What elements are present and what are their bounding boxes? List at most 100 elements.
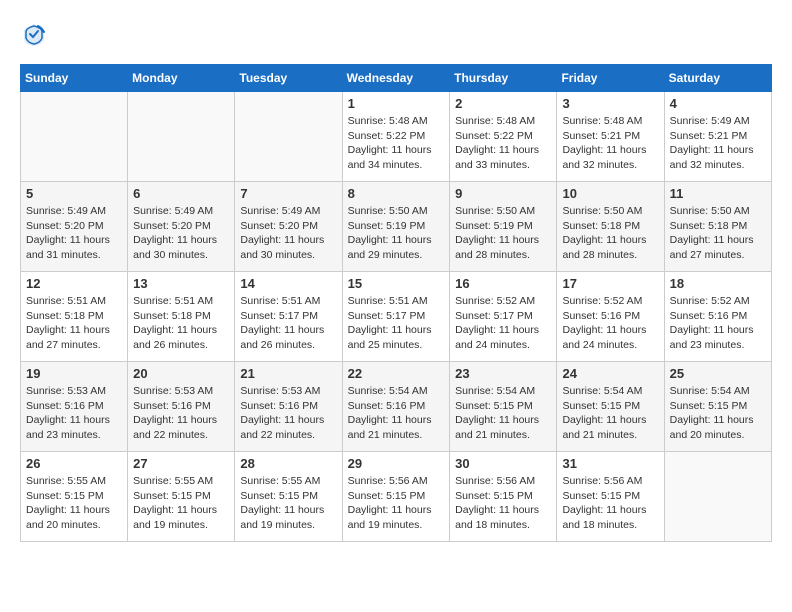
day-info: Sunrise: 5:49 AM Sunset: 5:20 PM Dayligh… [26,204,122,263]
day-number: 26 [26,456,122,471]
calendar-cell: 23 Sunrise: 5:54 AM Sunset: 5:15 PM Dayli… [450,362,557,452]
calendar-table: SundayMondayTuesdayWednesdayThursdayFrid… [20,64,772,542]
day-info: Sunrise: 5:51 AM Sunset: 5:17 PM Dayligh… [348,294,445,353]
calendar-cell: 18 Sunrise: 5:52 AM Sunset: 5:16 PM Dayli… [664,272,771,362]
calendar-cell [235,92,342,182]
calendar-week-1: 1 Sunrise: 5:48 AM Sunset: 5:22 PM Daylig… [21,92,772,182]
day-number: 15 [348,276,445,291]
day-info: Sunrise: 5:54 AM Sunset: 5:15 PM Dayligh… [455,384,551,443]
calendar-cell: 9Sunrise: 5:50 AM Sunset: 5:19 PM Daylig… [450,182,557,272]
calendar-cell: 22 Sunrise: 5:54 AM Sunset: 5:16 PM Dayli… [342,362,450,452]
day-info: Sunrise: 5:48 AM Sunset: 5:22 PM Dayligh… [455,114,551,173]
day-info: Sunrise: 5:50 AM Sunset: 5:18 PM Dayligh… [670,204,766,263]
weekday-header-row: SundayMondayTuesdayWednesdayThursdayFrid… [21,65,772,92]
calendar-cell: 26 Sunrise: 5:55 AM Sunset: 5:15 PM Dayli… [21,452,128,542]
calendar-cell: 21Sunrise: 5:53 AM Sunset: 5:16 PM Dayli… [235,362,342,452]
day-info: Sunrise: 5:50 AM Sunset: 5:19 PM Dayligh… [455,204,551,263]
day-number: 23 [455,366,551,381]
calendar-cell: 19 Sunrise: 5:53 AM Sunset: 5:16 PM Dayli… [21,362,128,452]
calendar-cell: 30 Sunrise: 5:56 AM Sunset: 5:15 PM Dayli… [450,452,557,542]
calendar-cell: 6 Sunrise: 5:49 AM Sunset: 5:20 PM Daylig… [128,182,235,272]
day-info: Sunrise: 5:54 AM Sunset: 5:16 PM Dayligh… [348,384,445,443]
day-number: 10 [562,186,658,201]
day-info: Sunrise: 5:56 AM Sunset: 5:15 PM Dayligh… [348,474,445,533]
calendar-cell: 14Sunrise: 5:51 AM Sunset: 5:17 PM Dayli… [235,272,342,362]
day-info: Sunrise: 5:49 AM Sunset: 5:20 PM Dayligh… [240,204,336,263]
logo [20,20,52,48]
calendar-cell: 4 Sunrise: 5:49 AM Sunset: 5:21 PM Daylig… [664,92,771,182]
day-info: Sunrise: 5:54 AM Sunset: 5:15 PM Dayligh… [562,384,658,443]
day-info: Sunrise: 5:48 AM Sunset: 5:21 PM Dayligh… [562,114,658,173]
day-info: Sunrise: 5:55 AM Sunset: 5:15 PM Dayligh… [240,474,336,533]
day-number: 6 [133,186,229,201]
day-number: 14 [240,276,336,291]
calendar-cell: 15 Sunrise: 5:51 AM Sunset: 5:17 PM Dayli… [342,272,450,362]
day-info: Sunrise: 5:53 AM Sunset: 5:16 PM Dayligh… [26,384,122,443]
day-info: Sunrise: 5:51 AM Sunset: 5:18 PM Dayligh… [26,294,122,353]
day-info: Sunrise: 5:52 AM Sunset: 5:17 PM Dayligh… [455,294,551,353]
weekday-header-tuesday: Tuesday [235,65,342,92]
calendar-cell [21,92,128,182]
weekday-header-sunday: Sunday [21,65,128,92]
day-info: Sunrise: 5:49 AM Sunset: 5:20 PM Dayligh… [133,204,229,263]
page-header [20,20,772,48]
day-info: Sunrise: 5:54 AM Sunset: 5:15 PM Dayligh… [670,384,766,443]
calendar-cell: 2 Sunrise: 5:48 AM Sunset: 5:22 PM Daylig… [450,92,557,182]
day-number: 19 [26,366,122,381]
calendar-cell: 12 Sunrise: 5:51 AM Sunset: 5:18 PM Dayli… [21,272,128,362]
calendar-cell: 8Sunrise: 5:50 AM Sunset: 5:19 PM Daylig… [342,182,450,272]
day-number: 31 [562,456,658,471]
day-info: Sunrise: 5:56 AM Sunset: 5:15 PM Dayligh… [562,474,658,533]
weekday-header-monday: Monday [128,65,235,92]
day-info: Sunrise: 5:53 AM Sunset: 5:16 PM Dayligh… [240,384,336,443]
calendar-cell: 7 Sunrise: 5:49 AM Sunset: 5:20 PM Daylig… [235,182,342,272]
calendar-cell: 10 Sunrise: 5:50 AM Sunset: 5:18 PM Dayli… [557,182,664,272]
calendar-cell: 11 Sunrise: 5:50 AM Sunset: 5:18 PM Dayli… [664,182,771,272]
calendar-cell: 1Sunrise: 5:48 AM Sunset: 5:22 PM Daylig… [342,92,450,182]
day-number: 16 [455,276,551,291]
day-number: 3 [562,96,658,111]
day-number: 5 [26,186,122,201]
calendar-cell: 17Sunrise: 5:52 AM Sunset: 5:16 PM Dayli… [557,272,664,362]
calendar-cell: 16 Sunrise: 5:52 AM Sunset: 5:17 PM Dayli… [450,272,557,362]
day-number: 20 [133,366,229,381]
calendar-cell: 24Sunrise: 5:54 AM Sunset: 5:15 PM Dayli… [557,362,664,452]
day-number: 22 [348,366,445,381]
calendar-cell: 25Sunrise: 5:54 AM Sunset: 5:15 PM Dayli… [664,362,771,452]
day-number: 11 [670,186,766,201]
day-number: 1 [348,96,445,111]
calendar-week-2: 5 Sunrise: 5:49 AM Sunset: 5:20 PM Daylig… [21,182,772,272]
day-info: Sunrise: 5:49 AM Sunset: 5:21 PM Dayligh… [670,114,766,173]
day-number: 27 [133,456,229,471]
day-info: Sunrise: 5:50 AM Sunset: 5:18 PM Dayligh… [562,204,658,263]
calendar-week-4: 19 Sunrise: 5:53 AM Sunset: 5:16 PM Dayli… [21,362,772,452]
day-number: 17 [562,276,658,291]
calendar-cell: 28 Sunrise: 5:55 AM Sunset: 5:15 PM Dayli… [235,452,342,542]
day-number: 4 [670,96,766,111]
calendar-cell [664,452,771,542]
logo-icon [20,20,48,48]
day-info: Sunrise: 5:55 AM Sunset: 5:15 PM Dayligh… [26,474,122,533]
day-info: Sunrise: 5:53 AM Sunset: 5:16 PM Dayligh… [133,384,229,443]
day-info: Sunrise: 5:55 AM Sunset: 5:15 PM Dayligh… [133,474,229,533]
weekday-header-saturday: Saturday [664,65,771,92]
calendar-cell: 27 Sunrise: 5:55 AM Sunset: 5:15 PM Dayli… [128,452,235,542]
calendar-cell [128,92,235,182]
day-number: 2 [455,96,551,111]
day-info: Sunrise: 5:56 AM Sunset: 5:15 PM Dayligh… [455,474,551,533]
day-number: 28 [240,456,336,471]
calendar-cell: 5 Sunrise: 5:49 AM Sunset: 5:20 PM Daylig… [21,182,128,272]
day-info: Sunrise: 5:50 AM Sunset: 5:19 PM Dayligh… [348,204,445,263]
weekday-header-thursday: Thursday [450,65,557,92]
calendar-week-5: 26 Sunrise: 5:55 AM Sunset: 5:15 PM Dayli… [21,452,772,542]
weekday-header-wednesday: Wednesday [342,65,450,92]
day-number: 7 [240,186,336,201]
day-number: 30 [455,456,551,471]
day-number: 18 [670,276,766,291]
day-info: Sunrise: 5:52 AM Sunset: 5:16 PM Dayligh… [670,294,766,353]
calendar-cell: 29Sunrise: 5:56 AM Sunset: 5:15 PM Dayli… [342,452,450,542]
weekday-header-friday: Friday [557,65,664,92]
day-info: Sunrise: 5:51 AM Sunset: 5:18 PM Dayligh… [133,294,229,353]
calendar-week-3: 12 Sunrise: 5:51 AM Sunset: 5:18 PM Dayli… [21,272,772,362]
day-number: 12 [26,276,122,291]
